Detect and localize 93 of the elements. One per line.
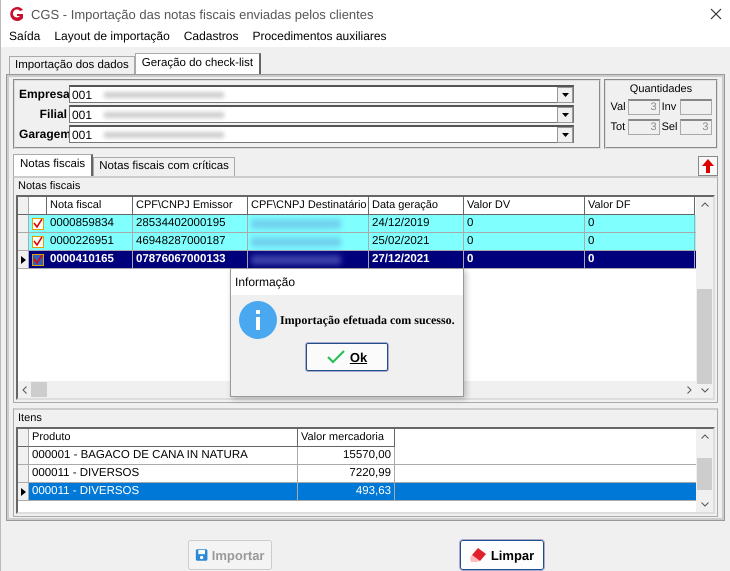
row-indicator bbox=[18, 465, 29, 482]
scroll-up-icon[interactable] bbox=[700, 202, 708, 207]
eraser-icon bbox=[468, 547, 487, 563]
field-label: Garagem bbox=[19, 127, 67, 141]
table-cell-text: 15570,00 bbox=[343, 448, 391, 463]
column-header[interactable]: CPF\CNPJ Emissor bbox=[133, 197, 248, 215]
window-title: CGS - Importação das notas fiscais enviadas pelos clientes bbox=[31, 6, 375, 22]
table-cell-text: 0 bbox=[588, 252, 594, 267]
table-row[interactable]: 000001 - BAGACO DE CANA IN NATURA 15570,00 bbox=[18, 447, 696, 465]
row-indicator bbox=[18, 233, 29, 250]
quantity-field: 3 bbox=[628, 99, 660, 115]
row-indicator bbox=[18, 215, 29, 232]
dropdown-arrow-icon bbox=[562, 92, 568, 96]
column-header[interactable]: Nota fiscal bbox=[47, 197, 133, 215]
column-header[interactable]: Produto bbox=[29, 429, 298, 447]
dropdown-arrow-icon bbox=[562, 112, 568, 116]
header-cell bbox=[18, 429, 29, 447]
column-header[interactable]: CPF\CNPJ Destinatário bbox=[248, 197, 369, 215]
scrollbar-thumb[interactable] bbox=[697, 458, 712, 490]
scroll-down-icon[interactable] bbox=[700, 502, 708, 507]
table-cell-text: 0000226951 bbox=[50, 234, 114, 249]
table-row[interactable]: 0000410165 07876067000133 27/12/2021 0 0 bbox=[18, 251, 696, 269]
field-label: Filial bbox=[38, 107, 67, 121]
quantity-field: 3 bbox=[680, 119, 712, 135]
scrollbar-thumb[interactable] bbox=[31, 382, 47, 397]
table-cell-text: 0000859834 bbox=[50, 216, 114, 231]
ok-button[interactable]: Ok bbox=[306, 343, 388, 371]
column-header[interactable]: Valor DF bbox=[585, 197, 695, 215]
table-row[interactable]: 0000226951 46948287000187 25/02/2021 0 0 bbox=[18, 233, 696, 251]
table-row[interactable]: 0000859834 28534402000195 24/12/2019 0 0 bbox=[18, 215, 696, 233]
table-cell-text: 28534402000195 bbox=[136, 216, 226, 231]
action-button[interactable]: Limpar bbox=[460, 540, 544, 570]
menu-item[interactable]: Layout de importação bbox=[54, 29, 170, 43]
quantity-label: Val bbox=[610, 101, 626, 113]
tab[interactable]: Importação dos dados bbox=[9, 56, 135, 75]
menu-item[interactable]: Cadastros bbox=[184, 29, 238, 43]
table-cell-text: 0 bbox=[467, 234, 474, 249]
table-row[interactable]: 000011 - DIVERSOS 7220,99 bbox=[18, 465, 696, 483]
menu-item[interactable]: Saída bbox=[9, 29, 40, 43]
table-cell-text: 25/02/2021 bbox=[372, 234, 430, 249]
table-cell-text: 000011 - DIVERSOS bbox=[32, 484, 140, 499]
table-cell-text: 000011 - DIVERSOS bbox=[32, 466, 140, 481]
panel-title: Notas fiscais bbox=[17, 179, 82, 194]
dropdown-field[interactable]: 001 bbox=[69, 105, 574, 123]
current-row-icon bbox=[20, 256, 26, 264]
column-header[interactable]: Valor mercadoria bbox=[298, 429, 395, 447]
header-cell bbox=[18, 197, 29, 215]
dropdown-field[interactable]: 001 bbox=[69, 125, 574, 143]
dropdown-arrow-icon bbox=[562, 132, 568, 136]
table-cell-text: 0 bbox=[588, 216, 594, 231]
row-indicator bbox=[18, 447, 29, 464]
table-cell-text: 7220,99 bbox=[349, 466, 391, 481]
current-row-icon bbox=[20, 488, 26, 496]
close-icon[interactable] bbox=[710, 8, 722, 20]
checkmark-icon bbox=[326, 350, 345, 364]
panel-title: Quantidades bbox=[630, 83, 692, 95]
tab[interactable]: Notas fiscais com críticas bbox=[93, 157, 235, 176]
table-cell-text: 0000410165 bbox=[50, 252, 114, 267]
table-cell-text: 07876067000133 bbox=[136, 252, 226, 267]
tab[interactable]: Geração do check-list bbox=[134, 53, 262, 75]
table-cell-text: 0 bbox=[467, 216, 474, 231]
table-cell-text: 000001 - BAGACO DE CANA IN NATURA bbox=[32, 448, 248, 463]
scroll-right-icon[interactable] bbox=[687, 386, 692, 394]
select-button[interactable] bbox=[698, 156, 718, 176]
table-cell-text: 493,63 bbox=[356, 484, 391, 499]
dropdown-field[interactable]: 001 bbox=[69, 85, 574, 103]
table-cell-text: 46948287000187 bbox=[136, 234, 226, 249]
quantity-label: Sel bbox=[662, 121, 678, 133]
table-cell-text: 27/12/2021 bbox=[372, 252, 430, 267]
field-label: Empresa bbox=[19, 87, 67, 101]
column-header[interactable]: Data geração bbox=[369, 197, 464, 215]
quantity-label: Inv bbox=[662, 101, 678, 113]
checkbox[interactable] bbox=[32, 254, 44, 266]
table-cell-text: 0 bbox=[467, 252, 474, 267]
checkbox[interactable] bbox=[32, 236, 44, 248]
checkbox[interactable] bbox=[32, 218, 44, 230]
quantity-field: 3 bbox=[628, 119, 660, 135]
table-cell-text: 24/12/2019 bbox=[372, 216, 430, 231]
panel-title: Itens bbox=[17, 411, 43, 426]
app-logo-icon bbox=[9, 6, 25, 22]
info-icon bbox=[239, 301, 277, 339]
table-row[interactable]: 000011 - DIVERSOS 493,63 bbox=[18, 483, 696, 501]
scroll-down-icon[interactable] bbox=[700, 388, 708, 393]
menu-item[interactable]: Procedimentos auxiliares bbox=[252, 29, 387, 43]
dialog-message: Importação efetuada com sucesso. bbox=[280, 312, 455, 328]
tab[interactable]: Notas fiscais bbox=[13, 154, 94, 176]
quantity-label: Tot bbox=[610, 121, 626, 133]
scrollbar-thumb[interactable] bbox=[697, 289, 712, 384]
column-header[interactable]: Valor DV bbox=[464, 197, 585, 215]
table-cell-text: 0 bbox=[588, 234, 594, 249]
scroll-left-icon[interactable] bbox=[22, 386, 27, 394]
dialog-title: Informação bbox=[231, 269, 463, 295]
scroll-up-icon[interactable] bbox=[700, 434, 708, 439]
